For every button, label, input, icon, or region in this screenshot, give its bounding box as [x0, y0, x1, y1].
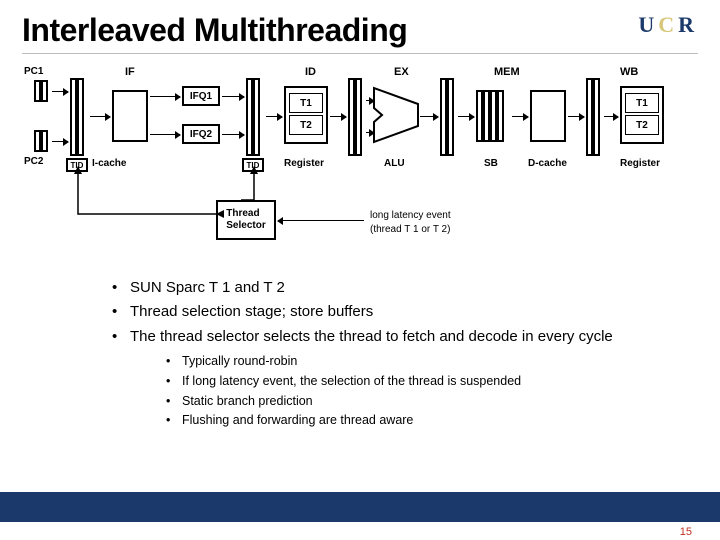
- pc1-label: PC1: [24, 66, 43, 77]
- pc1-bars: [34, 80, 48, 102]
- arrow-exlatch-alu2: [366, 132, 374, 133]
- regfile2-t1: T1: [625, 93, 659, 113]
- subbullet-1: Typically round-robin: [166, 353, 702, 370]
- arrow-if-icache: [90, 116, 110, 117]
- bullet-1: SUN Sparc T 1 and T 2: [112, 278, 702, 298]
- arrow-dcache-wb: [568, 116, 584, 117]
- ifq2-box: IFQ2: [182, 124, 220, 144]
- subbullet-3: Static branch prediction: [166, 393, 702, 410]
- if-latch: [70, 78, 84, 156]
- bullet-3: The thread selector selects the thread t…: [112, 327, 702, 430]
- page-number: 15: [680, 526, 692, 538]
- arrow-pc1-if: [52, 91, 68, 92]
- logo-c: C: [658, 12, 678, 37]
- thread-t1-t2-label: (thread T 1 or T 2): [370, 224, 450, 235]
- pc2-label: PC2: [24, 156, 43, 167]
- register2-label: Register: [620, 158, 660, 169]
- dcache-box: [530, 90, 566, 142]
- page-title: Interleaved Multithreading: [22, 12, 407, 49]
- subbullet-1-text: Typically round-robin: [182, 354, 297, 368]
- regfile2-t2: T2: [625, 115, 659, 135]
- sb-label: SB: [484, 158, 498, 169]
- bullet-2-text: Thread selection stage; store buffers: [130, 303, 373, 320]
- pipeline-diagram: IF ID EX MEM WB PC1 PC2 I-cache TID IFQ1…: [22, 64, 698, 264]
- stage-id-label: ID: [305, 66, 316, 78]
- subbullet-3-text: Static branch prediction: [182, 394, 313, 408]
- regfile1-box: T1 T2: [284, 86, 328, 144]
- header: Interleaved Multithreading UCR: [22, 12, 698, 54]
- stage-if-label: IF: [125, 66, 135, 78]
- ucr-logo: UCR: [638, 12, 698, 38]
- regfile2-box: T1 T2: [620, 86, 664, 144]
- arrow-id-reg: [266, 116, 282, 117]
- arrow-long-latency: [278, 220, 364, 221]
- stage-wb-label: WB: [620, 66, 638, 78]
- ex-latch: [348, 78, 362, 156]
- stage-ex-label: EX: [394, 66, 409, 78]
- alu-shape: [372, 86, 422, 144]
- arrow-reg-ex: [330, 116, 346, 117]
- regfile1-t2: T2: [289, 115, 323, 135]
- arrow-ifq1-id: [222, 96, 244, 97]
- subbullet-4: Flushing and forwarding are thread aware: [166, 412, 702, 429]
- bullet-3-text: The thread selector selects the thread t…: [130, 328, 613, 345]
- bullets: SUN Sparc T 1 and T 2 Thread selection s…: [112, 278, 702, 429]
- wb-latch: [586, 78, 600, 156]
- icache-box: [112, 90, 148, 142]
- arrow-wb-reg2: [604, 116, 618, 117]
- arrow-exlatch-alu1: [366, 100, 374, 101]
- ifq1-box: IFQ1: [182, 86, 220, 106]
- logo-u: U: [638, 12, 658, 37]
- subbullet-4-text: Flushing and forwarding are thread aware: [182, 413, 413, 427]
- subbullet-2: If long latency event, the selection of …: [166, 373, 702, 390]
- bottom-bar: [0, 492, 720, 522]
- arrow-mem-sb: [458, 116, 474, 117]
- long-latency-label: long latency event: [370, 210, 451, 221]
- selector-lines: [66, 164, 286, 224]
- arrow-icache-ifq1: [150, 96, 180, 97]
- arrow-pc2-if: [52, 141, 68, 142]
- arrow-alu-mem: [420, 116, 438, 117]
- regfile1-t1: T1: [289, 93, 323, 113]
- pc2-bars: [34, 130, 48, 152]
- stage-mem-label: MEM: [494, 66, 520, 78]
- register1-label: Register: [284, 158, 324, 169]
- subbullet-2-text: If long latency event, the selection of …: [182, 374, 521, 388]
- dcache-label: D-cache: [528, 158, 567, 169]
- arrow-icache-ifq2: [150, 134, 180, 135]
- sb-bars: [476, 90, 504, 142]
- mem-latch: [440, 78, 454, 156]
- arrow-sb-dcache: [512, 116, 528, 117]
- id-latch: [246, 78, 260, 156]
- bullet-2: Thread selection stage; store buffers: [112, 302, 702, 322]
- slide: Interleaved Multithreading UCR IF ID EX …: [0, 0, 720, 540]
- logo-r: R: [678, 12, 698, 37]
- arrow-ifq2-id: [222, 134, 244, 135]
- alu-label: ALU: [384, 158, 405, 169]
- bullet-1-text: SUN Sparc T 1 and T 2: [130, 279, 285, 296]
